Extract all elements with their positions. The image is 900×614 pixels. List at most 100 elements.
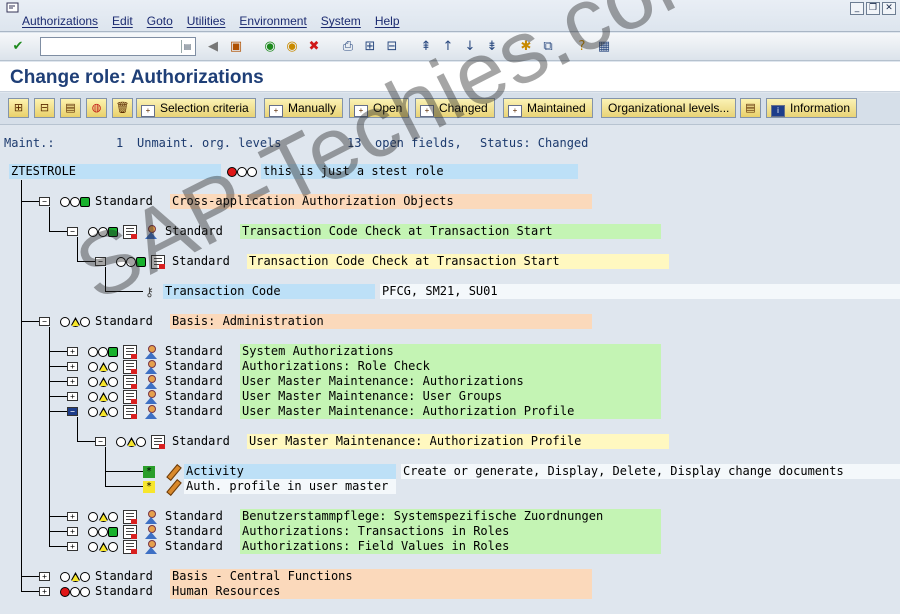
changed-button[interactable]: +Changed	[415, 98, 495, 118]
profile-auth-text[interactable]: User Master Maintenance: Authorization P…	[247, 434, 669, 449]
maintain-doc-icon[interactable]	[123, 225, 137, 239]
command-field[interactable]: ▤	[40, 37, 196, 56]
expand-node-icon[interactable]: +	[67, 392, 78, 401]
user-icon[interactable]	[144, 360, 158, 374]
manually-button[interactable]: +Manually	[264, 98, 343, 118]
shortcut-icon[interactable]: ⧉	[539, 38, 557, 55]
last-page-icon[interactable]: ⇟	[483, 38, 501, 55]
cross-app-text[interactable]: Cross-application Authorization Objects	[170, 194, 592, 209]
basis-object-text[interactable]: Benutzerstammpflege: Systemspezifische Z…	[240, 509, 661, 524]
basis-admin-text[interactable]: Basis: Administration	[170, 314, 592, 329]
maintain-doc-icon[interactable]	[123, 405, 137, 419]
collapse-node-icon[interactable]: −	[95, 437, 106, 446]
user-icon[interactable]	[144, 390, 158, 404]
human-resources-text[interactable]: Human Resources	[170, 584, 592, 599]
restore-icon[interactable]: ❐	[866, 2, 880, 15]
close-icon[interactable]: ✕	[882, 2, 896, 15]
menu-system[interactable]: System	[321, 14, 361, 28]
maintain-doc-icon[interactable]	[123, 525, 137, 539]
command-field-dropdown-icon[interactable]: ▤	[181, 40, 193, 53]
find-icon[interactable]: ⊞	[361, 38, 379, 55]
basis-object-text[interactable]: User Master Maintenance: Authorization P…	[240, 404, 661, 419]
basis-object-text[interactable]: User Master Maintenance: Authorizations	[240, 374, 661, 389]
list-icon[interactable]: ▤	[740, 98, 761, 118]
pencil-icon[interactable]	[165, 465, 179, 479]
collapse-node-icon[interactable]: −	[95, 257, 106, 266]
next-page-icon[interactable]: ↓	[461, 38, 479, 55]
collapse-node-icon[interactable]: −	[67, 227, 78, 236]
layout-icon[interactable]: ▦	[595, 38, 613, 55]
menu-edit[interactable]: Edit	[112, 14, 133, 28]
expand-node-icon[interactable]: +	[67, 362, 78, 371]
collapse-node-icon[interactable]: −	[67, 407, 78, 416]
user-icon[interactable]	[144, 345, 158, 359]
expand-node-icon[interactable]: +	[67, 347, 78, 356]
collapse-node-icon[interactable]: −	[39, 317, 50, 326]
enter-check-icon[interactable]: ✔	[9, 38, 27, 55]
deactivate-icon[interactable]: ◍	[86, 98, 107, 118]
maintain-doc-icon[interactable]	[123, 540, 137, 554]
maintain-doc-icon[interactable]	[123, 360, 137, 374]
activity-field-value[interactable]: Create or generate, Display, Delete, Dis…	[401, 464, 900, 479]
previous-page-icon[interactable]: ↑	[439, 38, 457, 55]
first-page-icon[interactable]: ⇞	[417, 38, 435, 55]
basis-object-text[interactable]: System Authorizations	[240, 344, 661, 359]
maintain-doc-icon[interactable]	[123, 345, 137, 359]
print-icon[interactable]: ⎙	[339, 38, 357, 55]
tc-field-value[interactable]: PFCG, SM21, SU01	[380, 284, 900, 299]
create-session-icon[interactable]: ✱	[517, 38, 535, 55]
cancel-icon[interactable]: ✖	[305, 38, 323, 55]
help-icon[interactable]: ?	[573, 38, 591, 55]
menu-environment[interactable]: Environment	[239, 14, 306, 28]
expand-node-icon[interactable]: +	[39, 587, 50, 596]
user-icon[interactable]	[144, 225, 158, 239]
basis-central-text[interactable]: Basis - Central Functions	[170, 569, 592, 584]
pencil-icon[interactable]	[165, 480, 179, 494]
find-next-icon[interactable]: ⊟	[383, 38, 401, 55]
information-button[interactable]: iInformation	[766, 98, 857, 118]
basis-object-text[interactable]: User Master Maintenance: User Groups	[240, 389, 661, 404]
maintain-doc-icon[interactable]	[123, 390, 137, 404]
expand-node-icon[interactable]: +	[67, 377, 78, 386]
user-icon[interactable]	[144, 405, 158, 419]
user-icon[interactable]	[144, 525, 158, 539]
check-icon[interactable]: ▤	[60, 98, 81, 118]
delete-icon[interactable]: 🗑	[112, 98, 133, 118]
expand-icon[interactable]: ⊞	[8, 98, 29, 118]
basis-object-type: Standard	[163, 509, 237, 524]
menu-utilities[interactable]: Utilities	[187, 14, 226, 28]
selection-criteria-button[interactable]: +Selection criteria	[136, 98, 256, 118]
maintain-doc-icon[interactable]	[123, 375, 137, 389]
tree-line	[21, 321, 39, 322]
tc-check-class-text[interactable]: Transaction Code Check at Transaction St…	[240, 224, 661, 239]
exit-icon[interactable]: ◉	[283, 38, 301, 55]
maintain-doc-icon[interactable]	[123, 510, 137, 524]
user-icon[interactable]	[144, 375, 158, 389]
maintain-doc-icon[interactable]	[151, 435, 165, 449]
maintained-button[interactable]: +Maintained	[503, 98, 593, 118]
basis-object-text[interactable]: Authorizations: Transactions in Roles	[240, 524, 661, 539]
back-icon[interactable]: ◉	[261, 38, 279, 55]
back-arrow-icon[interactable]: ◀	[204, 38, 222, 55]
user-icon[interactable]	[144, 510, 158, 524]
role-name[interactable]: ZTESTROLE	[9, 164, 221, 179]
collapse-icon[interactable]: ⊟	[34, 98, 55, 118]
save-icon[interactable]: ▣	[227, 38, 245, 55]
expand-node-icon[interactable]: +	[39, 572, 50, 581]
maintain-doc-icon[interactable]	[151, 255, 165, 269]
organizational-levels-button[interactable]: Organizational levels...	[601, 98, 736, 118]
menu-help[interactable]: Help	[375, 14, 400, 28]
menu-authorizations[interactable]: Authorizations	[22, 14, 98, 28]
user-icon[interactable]	[144, 540, 158, 554]
collapse-node-icon[interactable]: −	[39, 197, 50, 206]
system-menu-icon[interactable]	[6, 2, 20, 14]
minimize-icon[interactable]: _	[850, 2, 864, 15]
expand-node-icon[interactable]: +	[67, 527, 78, 536]
tc-check-auth-text[interactable]: Transaction Code Check at Transaction St…	[247, 254, 669, 269]
expand-node-icon[interactable]: +	[67, 512, 78, 521]
open-button[interactable]: +Open	[349, 98, 409, 118]
basis-object-text[interactable]: Authorizations: Field Values in Roles	[240, 539, 661, 554]
expand-node-icon[interactable]: +	[67, 542, 78, 551]
menu-goto[interactable]: Goto	[147, 14, 173, 28]
basis-object-text[interactable]: Authorizations: Role Check	[240, 359, 661, 374]
